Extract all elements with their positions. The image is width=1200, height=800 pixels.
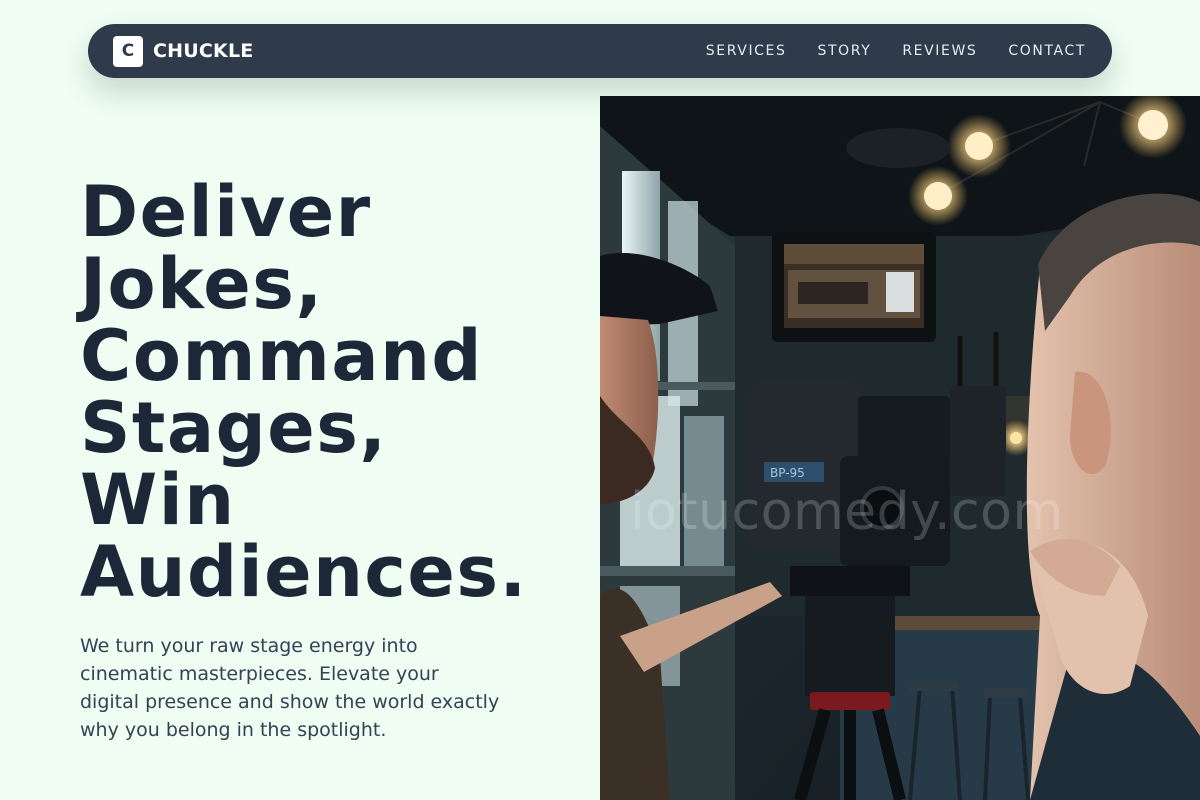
top-nav: C CHUCKLE SERVICES STORY REVIEWS CONTACT	[88, 24, 1112, 78]
hero-image: BP-95 iotucomedy.com	[600, 96, 1200, 800]
c-logo-icon: C	[113, 35, 143, 67]
nav-links: SERVICES STORY REVIEWS CONTACT	[706, 43, 1086, 59]
nav-link-story[interactable]: STORY	[818, 43, 872, 59]
camera-model-label: BP-95	[770, 466, 805, 480]
nav-link-services[interactable]: SERVICES	[706, 43, 787, 59]
brand-name: CHUCKLE	[153, 40, 254, 62]
hero-subtitle: We turn your raw stage energy into cinem…	[80, 635, 500, 741]
hero-title-line: Win	[80, 459, 236, 541]
hero-title-line: Deliver	[80, 171, 372, 253]
hero-title-line: Command	[80, 315, 484, 397]
brand-logo[interactable]: C CHUCKLE	[113, 35, 254, 67]
image-watermark: iotucomedy.com	[630, 482, 1064, 542]
film-crew-illustration: BP-95	[600, 96, 1200, 800]
hero-title-line: Stages,	[80, 387, 388, 469]
nav-link-reviews[interactable]: REVIEWS	[902, 43, 977, 59]
hero-title: Deliver Jokes, Command Stages, Win Audie…	[80, 176, 580, 608]
hero-title-line: Jokes,	[80, 243, 324, 325]
hero-title-line: Audiences.	[80, 531, 528, 613]
nav-link-contact[interactable]: CONTACT	[1008, 43, 1086, 59]
